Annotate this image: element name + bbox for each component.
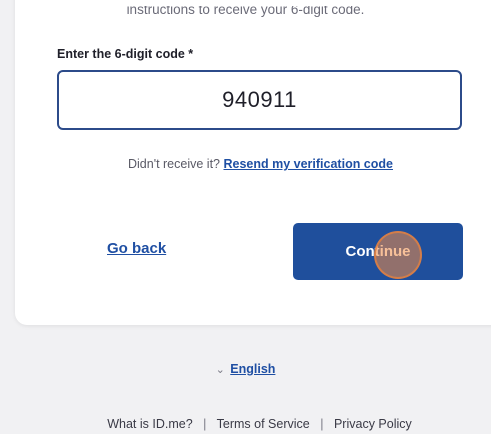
footer-link-what-is-idme[interactable]: What is ID.me? [107,417,192,431]
resend-line: Didn't receive it? Resend my verificatio… [0,157,491,171]
code-input[interactable] [57,70,462,130]
chevron-down-icon: ⌄ [215,364,225,376]
footer-separator: | [203,417,207,431]
code-label: Enter the 6-digit code * [57,47,194,61]
continue-button[interactable]: Continue [293,223,463,280]
resend-code-link[interactable]: Resend my verification code [223,157,393,171]
language-link[interactable]: English [230,362,275,376]
footer-link-terms[interactable]: Terms of Service [217,417,310,431]
resend-prefix: Didn't receive it? [127,157,220,171]
instructions-text: instructions to receive your 6-digit cod… [126,6,365,17]
footer-separator: | [320,417,324,431]
language-selector[interactable]: ⌄ English [0,362,491,376]
footer-link-privacy[interactable]: Privacy Policy [334,417,412,431]
go-back-link[interactable]: Go back [107,240,166,257]
footer-links: What is ID.me? | Terms of Service | Priv… [0,417,491,431]
